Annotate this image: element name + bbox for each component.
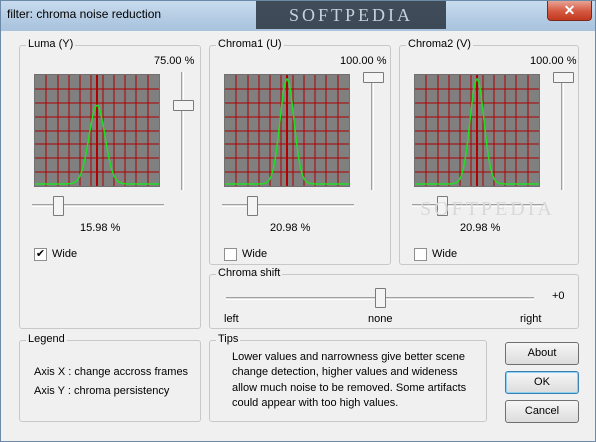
chroma1-wide-label: Wide <box>242 248 268 260</box>
chroma2-curve-graph <box>414 74 540 187</box>
tips-line-3: allow much noise to be removed. Some art… <box>232 382 467 394</box>
dialog-client-area: Luma (Y) 75.00 % 15.98 % ✔ Wide Chroma1 … <box>9 31 589 435</box>
tips-line-1: Lower values and narrowness give better … <box>232 351 465 363</box>
tips-label: Tips <box>216 333 241 345</box>
chroma2-vertical-slider-track[interactable] <box>561 72 564 190</box>
dialog-window: filter: chroma noise reduction SOFTPEDIA… <box>0 0 596 442</box>
luma-grid <box>35 75 159 186</box>
chroma-shift-left-label: left <box>224 313 239 325</box>
chroma1-top-value: 100.00 % <box>340 55 387 67</box>
chroma-shift-value: +0 <box>552 290 565 302</box>
luma-horizontal-slider-track[interactable] <box>32 204 164 207</box>
softpedia-watermark: SOFTPEDIA <box>256 1 446 29</box>
chroma1-vertical-slider-thumb[interactable] <box>363 72 384 83</box>
chroma-shift-right-label: right <box>520 313 542 325</box>
legend-group: Legend Axis X : change accross frames Ax… <box>19 333 201 422</box>
luma-curve-graph <box>34 74 160 187</box>
chroma2-vertical-slider-thumb[interactable] <box>553 72 574 83</box>
luma-horizontal-slider-thumb[interactable] <box>53 196 64 216</box>
luma-vertical-slider-track[interactable] <box>181 72 184 190</box>
luma-wide-label: Wide <box>52 248 78 260</box>
luma-group: Luma (Y) 75.00 % 15.98 % ✔ Wide <box>19 38 201 329</box>
legend-axis-x: Axis X : change accross frames <box>34 366 189 378</box>
close-button[interactable]: ✕ <box>547 1 592 21</box>
chroma2-grid <box>415 75 539 186</box>
chroma-shift-label: Chroma shift <box>216 267 283 279</box>
chroma1-horizontal-slider-thumb[interactable] <box>247 196 258 216</box>
chroma1-bottom-value: 20.98 % <box>270 222 311 234</box>
chroma1-wide-checkbox[interactable] <box>224 248 237 261</box>
softpedia-watermark-faint: SOFTPEDIA <box>420 198 555 220</box>
luma-group-label: Luma (Y) <box>26 38 76 50</box>
chroma1-group-label: Chroma1 (U) <box>216 38 284 50</box>
chroma1-grid <box>225 75 349 186</box>
chroma1-horizontal-slider-track[interactable] <box>222 204 354 207</box>
luma-bottom-value: 15.98 % <box>80 222 121 234</box>
window-title: filter: chroma noise reduction <box>7 7 162 21</box>
chroma2-bottom-value: 20.98 % <box>460 222 501 234</box>
luma-top-value: 75.00 % <box>154 55 195 67</box>
chroma2-wide-label: Wide <box>432 248 458 260</box>
chroma-shift-group: Chroma shift +0 left none right <box>209 267 579 329</box>
cancel-button[interactable]: Cancel <box>505 400 579 423</box>
tips-line-2: change detection, higher values and wide… <box>232 366 458 378</box>
chroma-shift-slider-thumb[interactable] <box>375 288 386 308</box>
chroma2-group-label: Chroma2 (V) <box>406 38 473 50</box>
legend-axis-y: Axis Y : chroma persistency <box>34 385 170 397</box>
tips-line-4: could appear with too high values. <box>232 397 399 409</box>
chroma2-group: Chroma2 (V) 100.00 % 20.98 % Wide SOFTPE… <box>399 38 579 265</box>
chroma1-group: Chroma1 (U) 100.00 % 20.98 % Wide <box>209 38 391 265</box>
legend-label: Legend <box>26 333 67 345</box>
chroma2-wide-checkbox[interactable] <box>414 248 427 261</box>
chroma2-top-value: 100.00 % <box>530 55 577 67</box>
title-bar[interactable]: filter: chroma noise reduction SOFTPEDIA… <box>1 1 595 31</box>
tips-group: Tips Lower values and narrowness give be… <box>209 333 487 422</box>
chroma1-vertical-slider-track[interactable] <box>371 72 374 190</box>
chroma1-curve-graph <box>224 74 350 187</box>
luma-vertical-slider-thumb[interactable] <box>173 100 194 111</box>
about-button[interactable]: About <box>505 342 579 365</box>
ok-button[interactable]: OK <box>505 371 579 394</box>
luma-wide-checkbox[interactable]: ✔ <box>34 248 47 261</box>
chroma-shift-center-label: none <box>368 313 393 325</box>
